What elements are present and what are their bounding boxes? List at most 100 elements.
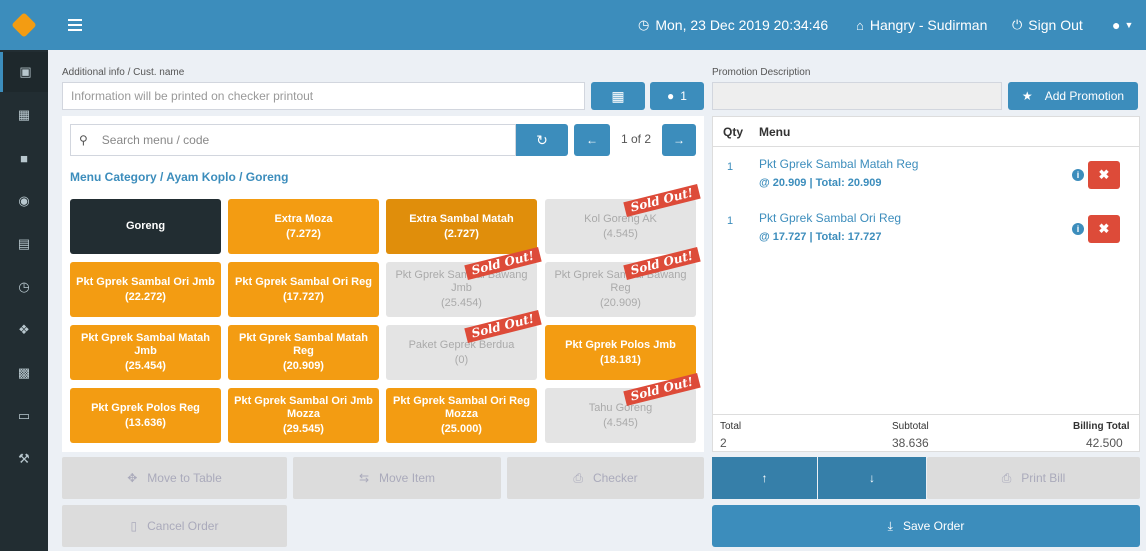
receipt-icon[interactable]: ▩ — [0, 353, 48, 393]
menu-item-name: Pkt Gprek Sambal Bawang Reg — [554, 269, 687, 294]
logo-mark — [11, 12, 37, 38]
table-icon[interactable]: ▣ — [0, 52, 48, 92]
breadcrumb[interactable]: Menu Category / Ayam Koplo / Goreng — [70, 170, 288, 184]
user-menu[interactable]: ● ▼ — [1112, 0, 1133, 50]
order-row[interactable]: 1 Pkt Gprek Sambal Ori Reg @ 17.727 | To… — [712, 211, 1140, 247]
order-qty: 1 — [727, 161, 734, 173]
move-to-table-button[interactable]: ✥ Move to Table — [62, 457, 287, 499]
menu-item-tile[interactable]: Pkt Gprek Sambal Bawang Jmb (25.454) Sold … — [386, 247, 542, 317]
home-icon: ⌂ — [856, 17, 864, 33]
menu-item-price: (13.636) — [125, 416, 166, 429]
menu-item-price: (25.000) — [441, 423, 482, 435]
menu-item-price: (17.727) — [283, 290, 324, 303]
clock-icon[interactable]: ◷ — [0, 267, 48, 307]
menu-item-name: Tahu Goreng — [588, 401, 653, 414]
search-icon: ⚲ — [79, 133, 88, 147]
scroll-down-button[interactable]: ↓ — [818, 457, 926, 499]
menu-item-name: Pkt Gprek Sambal Matah Jmb — [81, 332, 210, 357]
menu-item-name: Pkt Gprek Polos Jmb — [565, 338, 676, 351]
search-input[interactable]: ⚲ Search menu / code — [70, 124, 516, 156]
menu-item-tile[interactable]: Kol Goreng AK (4.545) Sold Out! — [545, 184, 701, 254]
menu-item-tile[interactable]: Pkt Gprek Sambal Ori Jmb Mozza (29.545) — [228, 388, 379, 443]
inbox-icon[interactable]: ▭ — [0, 396, 48, 436]
menu-toggle-icon[interactable] — [68, 19, 82, 31]
order-item-name: Pkt Gprek Sambal Ori Reg — [759, 211, 902, 225]
arrow-up-icon: ↑ — [761, 471, 768, 485]
keyboard-icon[interactable]: ▦ — [0, 95, 48, 135]
save-order-button[interactable]: ⤓ Save Order — [712, 505, 1140, 547]
menu-item-name: Kol Goreng AK — [584, 212, 657, 225]
cancel-order-button[interactable]: ▯ Cancel Order — [62, 505, 287, 547]
menu-item-tile[interactable]: Pkt Gprek Sambal Ori Reg Mozza (25.000) — [386, 388, 537, 443]
menu-item-tile[interactable]: Pkt Gprek Sambal Bawang Reg (20.909) Sold … — [545, 247, 701, 317]
menu-item-tile[interactable]: Pkt Gprek Sambal Ori Reg (17.727) — [228, 262, 379, 317]
scroll-up-button[interactable]: ↑ — [712, 457, 817, 499]
menu-item-price: (18.181) — [600, 353, 641, 366]
menu-item-name: Pkt Gprek Sambal Ori Reg Mozza — [393, 395, 530, 420]
menu-item-name: Extra Sambal Matah — [409, 212, 514, 225]
menu-item-tile[interactable]: Extra Sambal Matah (2.727) — [386, 199, 537, 254]
info-icon[interactable]: i — [1072, 223, 1084, 235]
menu-item-name: Extra Moza — [274, 212, 333, 225]
download-icon: ⤓ — [887, 518, 893, 533]
card-icon[interactable]: ▤ — [0, 224, 48, 264]
store-link[interactable]: ⌂ Hangry - Sudirman — [856, 0, 987, 50]
menu-item-price: (20.909) — [600, 297, 641, 309]
order-row[interactable]: 1 Pkt Gprek Sambal Matah Reg @ 20.909 | … — [712, 157, 1140, 193]
menu-item-price: (20.909) — [283, 360, 324, 372]
billing-total-value: 42.500 — [1086, 436, 1123, 450]
menu-item-tile[interactable]: Pkt Gprek Sambal Matah Jmb (25.454) — [70, 325, 221, 380]
arrow-left-icon: ← — [586, 133, 598, 147]
book-icon[interactable]: ■ — [0, 138, 48, 178]
menu-item-tile[interactable]: Pkt Gprek Sambal Matah Reg (20.909) — [228, 325, 379, 380]
sign-out-link[interactable]: ⏻ Sign Out — [1012, 0, 1083, 50]
total-value: 2 — [720, 436, 727, 450]
customer-info-input[interactable]: Information will be printed on checker p… — [62, 82, 585, 110]
menu-item-price: (29.545) — [283, 423, 324, 435]
print-bill-button[interactable]: ⎙ Print Bill — [927, 457, 1140, 499]
promotion-input[interactable] — [712, 82, 1002, 110]
checker-button[interactable]: ⎙ Checker — [507, 457, 704, 499]
menu-item-name: Pkt Gprek Polos Reg — [91, 401, 200, 414]
next-page-button[interactable]: → — [662, 124, 696, 156]
close-icon: ✖ — [1098, 221, 1110, 236]
info-icon[interactable]: i — [1072, 169, 1084, 181]
menu-item-name: Goreng — [125, 220, 166, 232]
menu-item-price: (7.272) — [286, 227, 321, 240]
menu-item-name: Pkt Gprek Sambal Ori Jmb — [76, 275, 215, 288]
menu-item-price: (4.545) — [603, 416, 638, 429]
menu-item-tile[interactable]: Pkt Gprek Polos Jmb (18.181) — [545, 325, 696, 380]
menu-item-tile[interactable]: Extra Moza (7.272) — [228, 199, 379, 254]
menu-item-name: Pkt Gprek Sambal Ori Jmb Mozza — [234, 395, 373, 420]
menu-item-price: (25.454) — [125, 360, 166, 372]
menu-item-name: Pkt Gprek Sambal Bawang Jmb — [395, 269, 528, 294]
add-promotion-button[interactable]: ★ Add Promotion — [1008, 82, 1138, 110]
user-icon: ● — [1112, 17, 1121, 33]
menu-item-price: (22.272) — [125, 290, 166, 303]
order-item-name: Pkt Gprek Sambal Matah Reg — [759, 157, 919, 171]
subtotal-value: 38.636 — [892, 436, 929, 450]
wrench-icon[interactable]: ⚒ — [0, 439, 48, 479]
remove-item-button[interactable]: ✖ — [1088, 215, 1120, 243]
arrow-right-icon: → — [673, 133, 685, 147]
order-header-divider — [712, 146, 1140, 147]
menu-item-tile[interactable]: Paket Geprek Berdua (0) Sold Out! — [386, 310, 542, 380]
menu-item-price: (4.545) — [603, 227, 638, 240]
refresh-button[interactable]: ↻ — [516, 124, 568, 156]
prev-page-button[interactable]: ← — [574, 124, 610, 156]
remove-item-button[interactable]: ✖ — [1088, 161, 1120, 189]
id-card-icon: ▦ — [611, 87, 625, 104]
customer-card-button[interactable]: ▦ — [591, 82, 645, 110]
category-tile[interactable]: Goreng — [70, 199, 221, 254]
guest-count-button[interactable]: ● 1 — [650, 82, 704, 110]
tag-icon[interactable]: ❖ — [0, 310, 48, 350]
billing-total-label: Billing Total — [1073, 421, 1130, 432]
menu-item-tile[interactable]: Tahu Goreng (4.545) Sold Out! — [545, 373, 701, 443]
menu-item-tile[interactable]: Pkt Gprek Polos Reg (13.636) — [70, 388, 221, 443]
menu-item-tile[interactable]: Pkt Gprek Sambal Ori Jmb (22.272) — [70, 262, 221, 317]
camera-icon[interactable]: ◉ — [0, 181, 48, 221]
menu-item-price: (0) — [454, 353, 469, 366]
move-item-button[interactable]: ⇆ Move Item — [293, 457, 501, 499]
user-icon: ● — [667, 89, 675, 103]
logo — [0, 0, 48, 50]
